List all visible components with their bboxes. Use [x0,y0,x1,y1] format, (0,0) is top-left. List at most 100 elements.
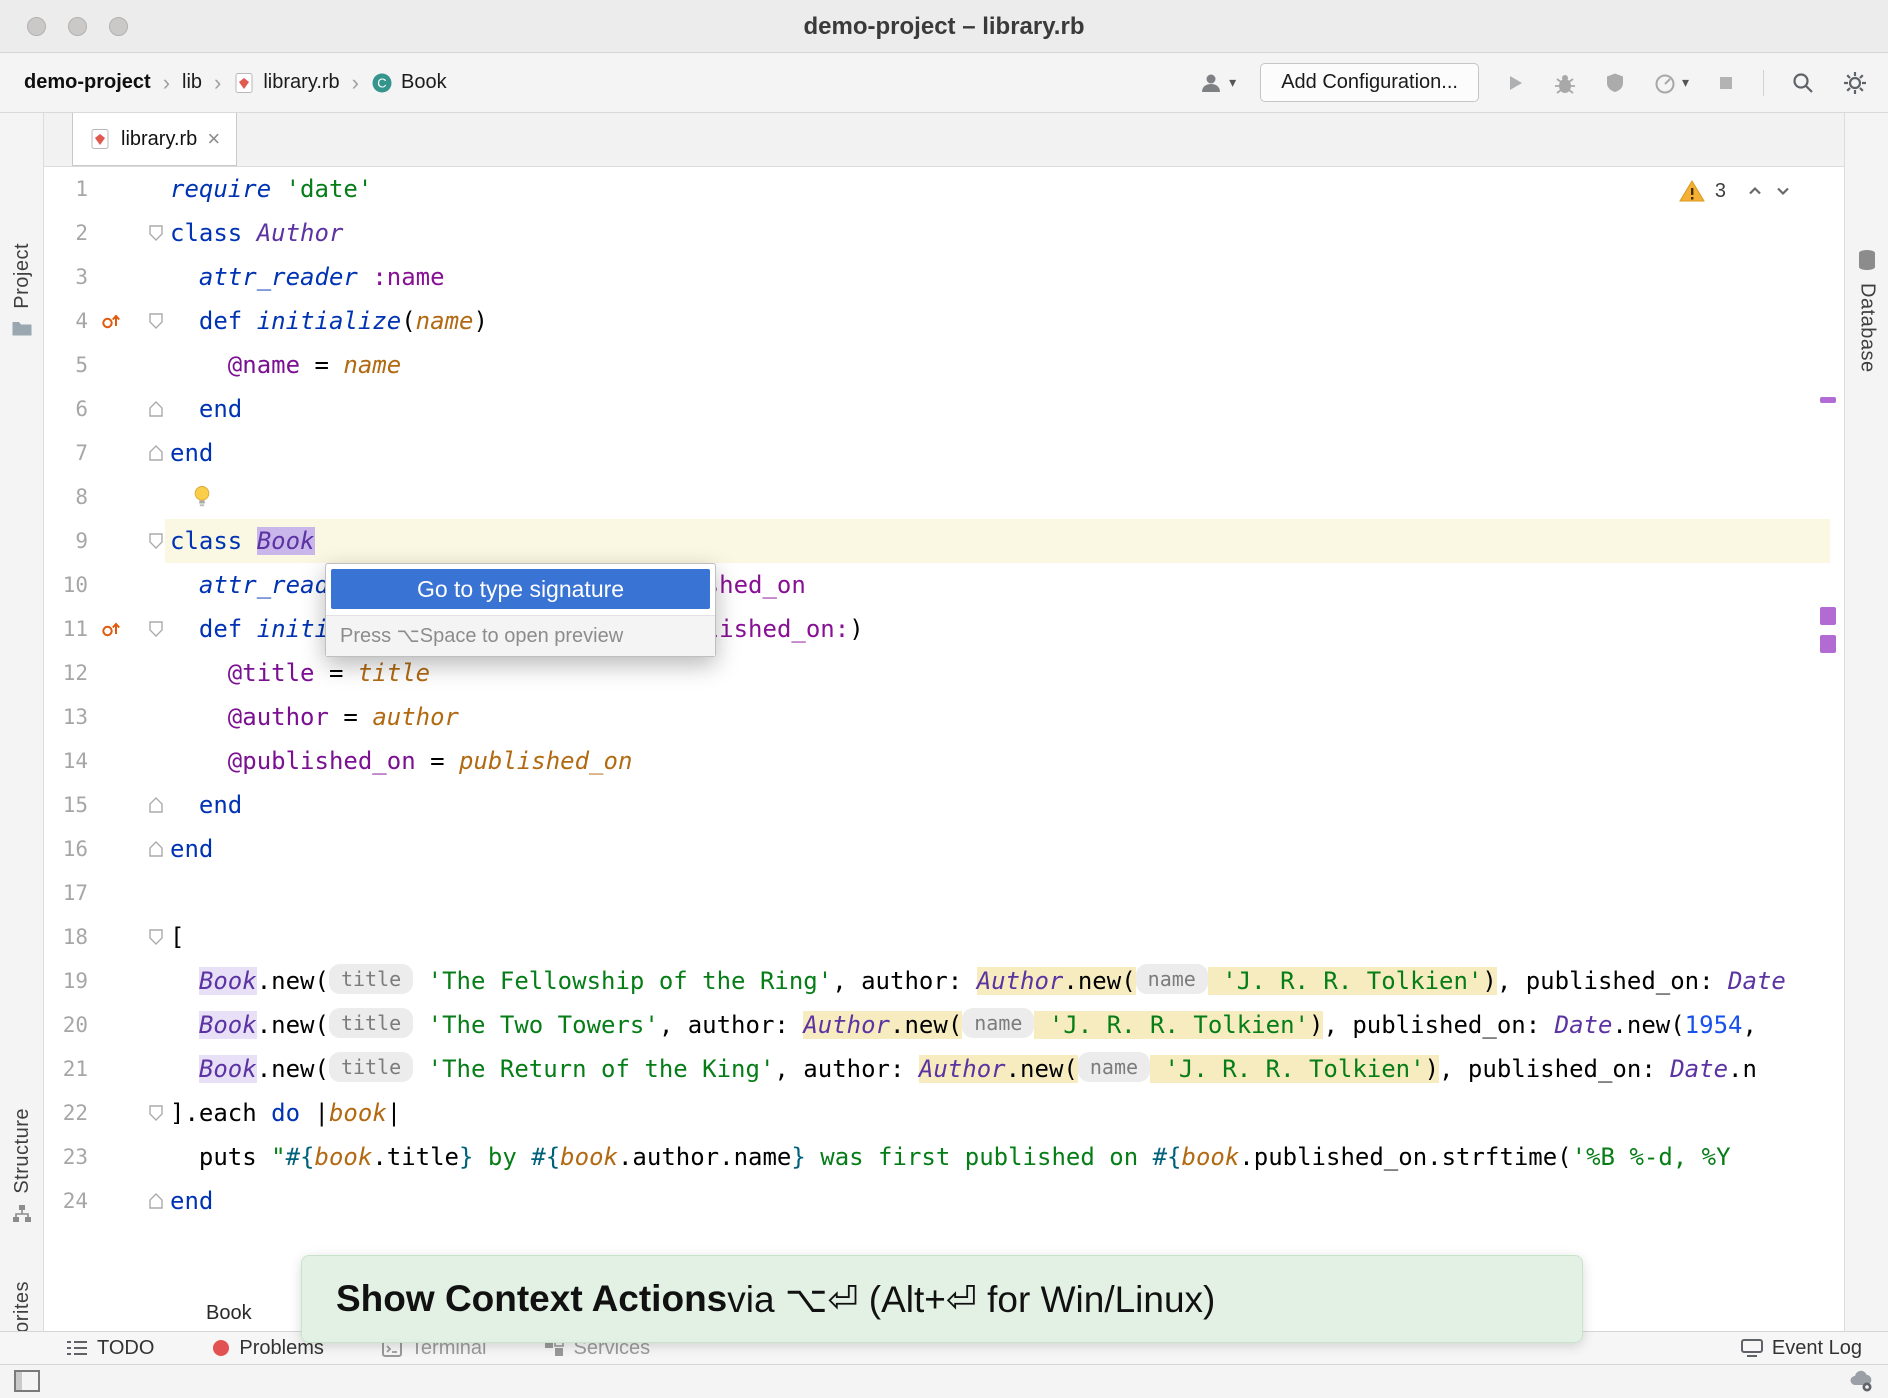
line-number[interactable]: 1 [48,167,88,211]
code-line-17[interactable]: 17 [44,871,1844,915]
code-line-18[interactable]: 18[ [44,915,1844,959]
search-everywhere-icon[interactable] [1790,70,1816,96]
line-number[interactable]: 6 [48,387,88,431]
code-token [170,703,228,731]
line-number[interactable]: 24 [48,1179,88,1223]
code-line-22[interactable]: 22].each do |book| [44,1091,1844,1135]
previous-problem-chevron-up-icon[interactable] [1746,182,1764,200]
line-number[interactable]: 11 [48,607,88,651]
editor[interactable]: 1require 'date'2class Author3 attr_reade… [44,167,1844,1296]
override-marker-icon[interactable] [100,617,122,639]
fold-end-icon[interactable] [146,839,166,859]
line-number[interactable]: 17 [48,871,88,915]
code-line-14[interactable]: 14 @published_on = published_on [44,739,1844,783]
left-tool-stripe: Project Structure Favorites ★ [0,113,44,1331]
code-line-16[interactable]: 16end [44,827,1844,871]
inlay-hint[interactable]: name [1136,964,1208,994]
debug-button-icon[interactable] [1553,71,1577,95]
tool-stripe-structure[interactable]: Structure [0,1108,44,1224]
line-number[interactable]: 3 [48,255,88,299]
add-configuration-button[interactable]: Add Configuration... [1260,63,1479,102]
code-line-6[interactable]: 6 end [44,387,1844,431]
line-number[interactable]: 2 [48,211,88,255]
line-number[interactable]: 7 [48,431,88,475]
code-line-24[interactable]: 24end [44,1179,1844,1223]
code-text: puts "#{book.title} by #{book.author.nam… [170,1135,1816,1179]
line-number[interactable]: 23 [48,1135,88,1179]
code-line-10[interactable]: 10 attr_reader :title, :author, :publish… [44,563,1844,607]
code-line-11[interactable]: 11 def initialize(title:, author:, publi… [44,607,1844,651]
breadcrumb-book[interactable]: Book [206,1296,252,1331]
inlay-hint[interactable]: title [329,1052,413,1082]
run-button-icon[interactable] [1503,71,1527,95]
code-line-13[interactable]: 13 @author = author [44,695,1844,739]
line-number[interactable]: 14 [48,739,88,783]
toolwindow-todo[interactable]: TODO [66,1337,154,1360]
line-number[interactable]: 16 [48,827,88,871]
fold-start-icon[interactable] [146,1103,166,1123]
coverage-button-icon[interactable] [1603,71,1627,95]
code-line-20[interactable]: 20 Book.new(title 'The Two Towers', auth… [44,1003,1844,1047]
fold-end-icon[interactable] [146,443,166,463]
line-number[interactable]: 22 [48,1091,88,1135]
breadcrumb-file[interactable]: library.rb [233,71,339,94]
fold-start-icon[interactable] [146,311,166,331]
line-number[interactable]: 12 [48,651,88,695]
fold-end-icon[interactable] [146,795,166,815]
close-tab-icon[interactable]: × [207,129,220,149]
line-number[interactable]: 4 [48,299,88,343]
line-number[interactable]: 19 [48,959,88,1003]
code-token: = [300,351,343,379]
line-number[interactable]: 18 [48,915,88,959]
line-number[interactable]: 20 [48,1003,88,1047]
breadcrumb-project[interactable]: demo-project [24,71,151,94]
fold-start-icon[interactable] [146,927,166,947]
fold-start-icon[interactable] [146,619,166,639]
stop-button-icon[interactable] [1715,72,1737,94]
code-line-9[interactable]: 9class Book [44,519,1844,563]
settings-gear-icon[interactable] [1842,70,1868,96]
code-line-15[interactable]: 15 end [44,783,1844,827]
breadcrumb-lib[interactable]: lib [182,71,202,94]
code-line-5[interactable]: 5 @name = name [44,343,1844,387]
fold-start-icon[interactable] [146,531,166,551]
code-line-23[interactable]: 23 puts "#{book.title} by #{book.author.… [44,1135,1844,1179]
fold-end-icon[interactable] [146,399,166,419]
profiler-button[interactable]: ▾ [1653,71,1689,95]
code-line-19[interactable]: 19 Book.new(title 'The Fellowship of the… [44,959,1844,1003]
code-token [170,351,228,379]
toolwindow-event-log[interactable]: Event Log [1741,1337,1862,1360]
code-line-7[interactable]: 7end [44,431,1844,475]
inlay-hint[interactable]: title [329,1008,413,1038]
inspections-widget[interactable]: 3 [1679,179,1792,203]
inlay-hint[interactable]: name [1078,1052,1150,1082]
popup-action-go-to-type-signature[interactable]: Go to type signature [331,569,710,609]
line-number[interactable]: 21 [48,1047,88,1091]
line-number[interactable]: 15 [48,783,88,827]
code-line-12[interactable]: 12 @title = title [44,651,1844,695]
user-menu-button[interactable]: ▾ [1198,70,1236,96]
code-line-2[interactable]: 2class Author [44,211,1844,255]
code-line-8[interactable]: 8 [44,475,1844,519]
next-problem-chevron-down-icon[interactable] [1774,182,1792,200]
line-number[interactable]: 5 [48,343,88,387]
line-number[interactable]: 9 [48,519,88,563]
fold-start-icon[interactable] [146,223,166,243]
code-line-21[interactable]: 21 Book.new(title 'The Return of the Kin… [44,1047,1844,1091]
inlay-hint[interactable]: title [329,964,413,994]
code-line-4[interactable]: 4 def initialize(name) [44,299,1844,343]
tool-stripe-project[interactable]: Project [0,243,44,337]
line-number[interactable]: 8 [48,475,88,519]
code-line-1[interactable]: 1require 'date' [44,167,1844,211]
inlay-hint[interactable]: name [962,1008,1034,1038]
tool-stripe-database[interactable]: Database [1845,249,1888,373]
breadcrumb-class[interactable]: C Book [371,71,447,94]
line-number[interactable]: 10 [48,563,88,607]
code-line-3[interactable]: 3 attr_reader :name [44,255,1844,299]
line-number[interactable]: 13 [48,695,88,739]
toggle-toolwindows-icon[interactable] [14,1370,40,1392]
tab-library-rb[interactable]: library.rb × [72,113,237,166]
ide-updates-icon[interactable] [1848,1369,1874,1393]
override-marker-icon[interactable] [100,309,122,331]
fold-end-icon[interactable] [146,1191,166,1211]
